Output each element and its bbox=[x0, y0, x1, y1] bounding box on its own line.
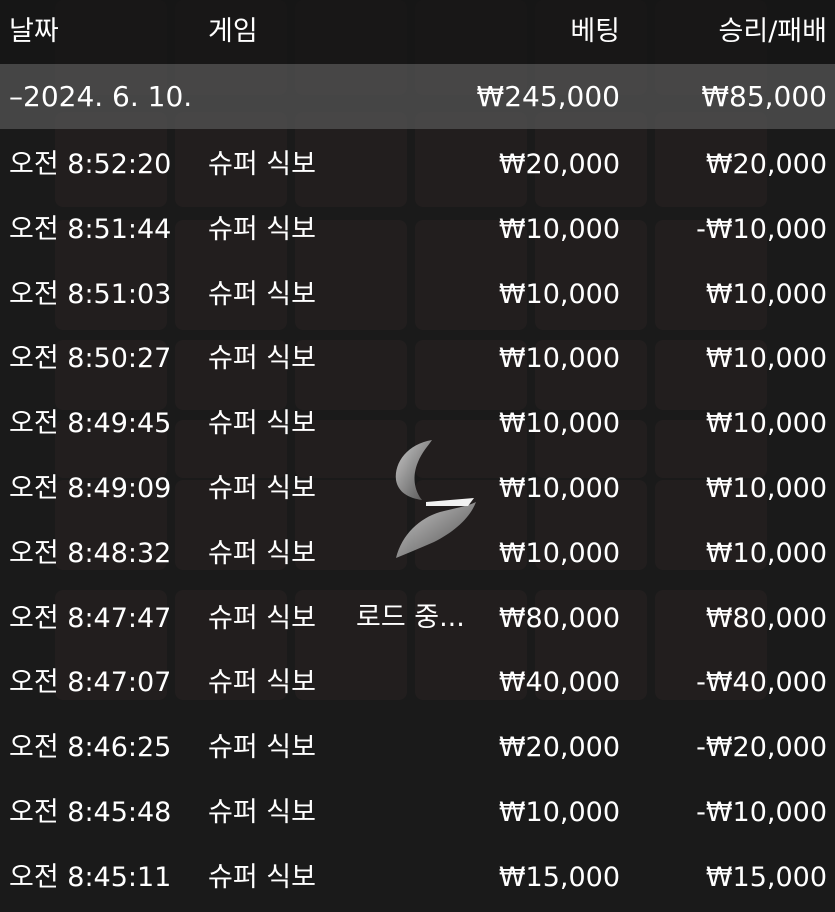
row-win-loss: ₩15,000 bbox=[705, 861, 827, 893]
row-game: 슈퍼 식보 bbox=[208, 861, 316, 893]
row-win-loss: -₩20,000 bbox=[696, 732, 827, 764]
header-win-loss: 승리/패배 bbox=[718, 16, 827, 47]
row-win-loss: ₩80,000 bbox=[705, 602, 827, 634]
history-row[interactable]: 오전 8:45:48 슈퍼 식보 ₩10,000 -₩10,000 bbox=[0, 777, 835, 842]
row-win-loss: -₩10,000 bbox=[696, 213, 827, 245]
row-game: 슈퍼 식보 bbox=[208, 602, 316, 634]
history-row[interactable]: 오전 8:45:11 슈퍼 식보 ₩15,000 ₩15,000 bbox=[0, 842, 835, 907]
history-row[interactable]: 오전 8:50:27 슈퍼 식보 ₩10,000 ₩10,000 bbox=[0, 323, 835, 388]
row-game: 슈퍼 식보 bbox=[208, 213, 316, 245]
row-bet: ₩80,000 bbox=[498, 602, 620, 634]
table-header: 날짜 게임 베팅 승리/패배 bbox=[0, 0, 835, 64]
summary-date: –2024. 6. 10. bbox=[9, 80, 193, 113]
summary-bet: ₩245,000 bbox=[476, 80, 620, 113]
row-game: 슈퍼 식보 bbox=[208, 472, 316, 504]
row-game: 슈퍼 식보 bbox=[208, 343, 316, 375]
row-game: 슈퍼 식보 bbox=[208, 796, 316, 828]
row-bet: ₩15,000 bbox=[498, 861, 620, 893]
summary-win-loss: ₩85,000 bbox=[701, 80, 827, 113]
row-bet: ₩10,000 bbox=[498, 408, 620, 440]
row-time: 오전 8:50:27 bbox=[9, 343, 172, 375]
row-game: 슈퍼 식보 bbox=[208, 667, 316, 699]
row-win-loss: ₩10,000 bbox=[705, 408, 827, 440]
row-time: 오전 8:47:47 bbox=[9, 602, 172, 634]
history-overlay: 날짜 게임 베팅 승리/패배 –2024. 6. 10. ₩245,000 ₩8… bbox=[0, 0, 835, 912]
loading-spinner-icon bbox=[395, 440, 476, 558]
row-win-loss: ₩10,000 bbox=[705, 537, 827, 569]
loading-text: 로드 중... bbox=[356, 602, 465, 633]
loading-indicator: 로드 중... bbox=[356, 436, 486, 646]
bet-history-screen: 날짜 게임 베팅 승리/패배 –2024. 6. 10. ₩245,000 ₩8… bbox=[0, 0, 835, 912]
header-date: 날짜 bbox=[9, 16, 59, 47]
row-time: 오전 8:48:32 bbox=[9, 537, 172, 569]
history-row[interactable]: 오전 8:51:44 슈퍼 식보 ₩10,000 -₩10,000 bbox=[0, 194, 835, 259]
row-bet: ₩10,000 bbox=[498, 472, 620, 504]
row-bet: ₩10,000 bbox=[498, 343, 620, 375]
row-bet: ₩10,000 bbox=[498, 278, 620, 310]
row-time: 오전 8:52:20 bbox=[9, 149, 172, 180]
row-time: 오전 8:47:07 bbox=[9, 667, 172, 699]
row-game: 슈퍼 식보 bbox=[208, 278, 316, 310]
row-time: 오전 8:45:11 bbox=[9, 861, 172, 893]
header-bet: 베팅 bbox=[570, 16, 620, 47]
row-game: 슈퍼 식보 bbox=[208, 732, 316, 764]
history-row[interactable]: 오전 8:46:25 슈퍼 식보 ₩20,000 -₩20,000 bbox=[0, 712, 835, 777]
row-bet: ₩10,000 bbox=[498, 537, 620, 569]
row-time: 오전 8:49:09 bbox=[9, 472, 172, 504]
row-time: 오전 8:46:25 bbox=[9, 732, 172, 764]
row-bet: ₩20,000 bbox=[498, 732, 620, 764]
row-time: 오전 8:51:03 bbox=[9, 278, 172, 310]
row-game: 슈퍼 식보 bbox=[208, 149, 316, 180]
header-game: 게임 bbox=[208, 16, 258, 47]
row-time: 오전 8:45:48 bbox=[9, 796, 172, 828]
date-group-summary-row[interactable]: –2024. 6. 10. ₩245,000 ₩85,000 bbox=[0, 64, 835, 129]
row-win-loss: ₩10,000 bbox=[705, 343, 827, 375]
history-row[interactable]: 오전 8:52:20 슈퍼 식보 ₩20,000 ₩20,000 bbox=[0, 129, 835, 194]
row-game: 슈퍼 식보 bbox=[208, 408, 316, 440]
row-win-loss: ₩20,000 bbox=[705, 149, 827, 180]
row-win-loss: -₩40,000 bbox=[696, 667, 827, 699]
row-bet: ₩20,000 bbox=[498, 149, 620, 180]
row-win-loss: -₩10,000 bbox=[696, 796, 827, 828]
row-bet: ₩40,000 bbox=[498, 667, 620, 699]
row-bet: ₩10,000 bbox=[498, 213, 620, 245]
history-row[interactable]: 오전 8:51:03 슈퍼 식보 ₩10,000 ₩10,000 bbox=[0, 259, 835, 324]
row-win-loss: ₩10,000 bbox=[705, 472, 827, 504]
row-time: 오전 8:51:44 bbox=[9, 213, 172, 245]
row-game: 슈퍼 식보 bbox=[208, 537, 316, 569]
history-row[interactable]: 오전 8:47:07 슈퍼 식보 ₩40,000 -₩40,000 bbox=[0, 647, 835, 712]
row-time: 오전 8:49:45 bbox=[9, 408, 172, 440]
row-win-loss: ₩10,000 bbox=[705, 278, 827, 310]
row-bet: ₩10,000 bbox=[498, 796, 620, 828]
